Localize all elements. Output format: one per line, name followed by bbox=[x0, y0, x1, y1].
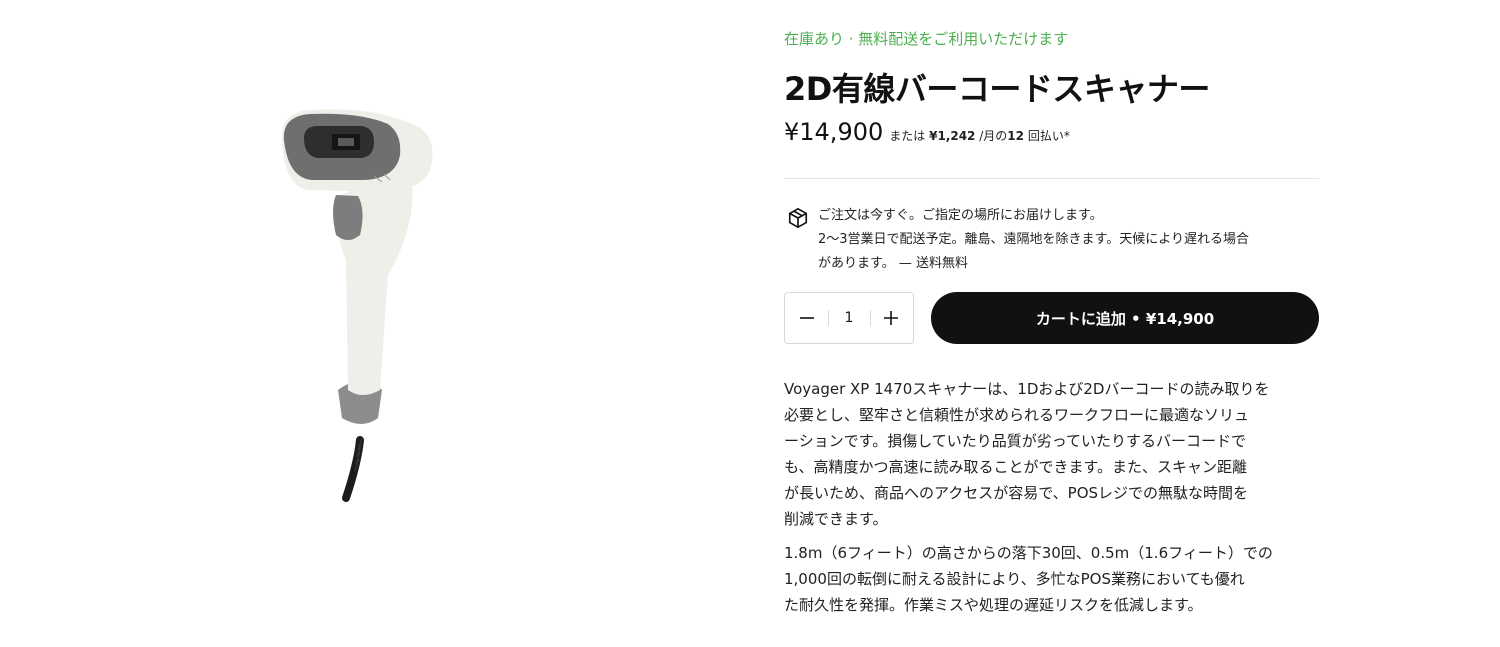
installment-amount: ¥1,242 bbox=[929, 129, 976, 143]
product-title: 2D有線バーコードスキャナー bbox=[784, 70, 1210, 108]
delivery-text: ご注文は今すぐ。ご指定の場所にお届けします。 2〜3営業日で配送予定。離島、遠隔… bbox=[818, 204, 1318, 276]
barcode-scanner-image bbox=[281, 109, 433, 502]
installment-prefix: または bbox=[889, 129, 926, 143]
description-line: 1.8m（6フィート）の高さからの落下30回、0.5m（1.6フィート）での bbox=[784, 544, 1273, 562]
divider bbox=[784, 178, 1319, 179]
stepper-divider bbox=[869, 310, 871, 326]
description-line: Voyager XP 1470スキャナーは、1Dおよび2Dバーコードの読み取りを bbox=[784, 380, 1270, 398]
description-line: 削減できます。 bbox=[784, 510, 888, 528]
delivery-line-1: ご注文は今すぐ。ご指定の場所にお届けします。 bbox=[818, 208, 1103, 223]
add-to-cart-button[interactable]: カートに追加 • ¥14,900 bbox=[931, 292, 1319, 344]
increase-quantity-button[interactable] bbox=[881, 308, 901, 328]
product-price: ¥14,900 bbox=[784, 118, 884, 146]
installment-per-month: /月の bbox=[979, 129, 1008, 143]
decrease-quantity-button[interactable] bbox=[797, 308, 817, 328]
delivery-line-3: があります。 — 送料無料 bbox=[818, 256, 968, 271]
plus-icon bbox=[884, 311, 898, 325]
installment-suffix: 回払い* bbox=[1027, 129, 1070, 143]
description-paragraph-2: 1.8m（6フィート）の高さからの落下30回、0.5m（1.6フィート）での 1… bbox=[784, 540, 1319, 618]
description-line: た耐久性を発揮。作業ミスや処理の遅延リスクを低減します。 bbox=[784, 596, 1203, 614]
product-image-area bbox=[0, 0, 740, 647]
description-line: 1,000回の転倒に耐える設計により、多忙なPOS業務においても優れ bbox=[784, 570, 1245, 588]
installment-count: 12 bbox=[1007, 129, 1024, 143]
stock-status: 在庫あり · 無料配送をご利用いただけます bbox=[784, 30, 1069, 48]
delivery-line-2: 2〜3営業日で配送予定。離島、遠隔地を除きます。天候により遅れる場合 bbox=[818, 232, 1249, 247]
description-line: も、高精度かつ高速に読み取ることができます。また、スキャン距離 bbox=[784, 458, 1248, 476]
minus-icon bbox=[800, 317, 814, 319]
description-line: ーションです。損傷していたり品質が劣っていたりするバーコードで bbox=[784, 432, 1247, 450]
stepper-divider bbox=[827, 310, 829, 326]
price-row: ¥14,900 または ¥1,242 /月の12 回払い* bbox=[784, 118, 1070, 146]
description-line: 必要とし、堅牢さと信頼性が求められるワークフローに最適なソリュ bbox=[784, 406, 1250, 424]
installment-info: または ¥1,242 /月の12 回払い* bbox=[889, 127, 1070, 144]
description-paragraph-1: Voyager XP 1470スキャナーは、1Dおよび2Dバーコードの読み取りを… bbox=[784, 376, 1319, 532]
product-description: Voyager XP 1470スキャナーは、1Dおよび2Dバーコードの読み取りを… bbox=[784, 376, 1319, 626]
description-line: が長いため、商品へのアクセスが容易で、POSレジでの無駄な時間を bbox=[784, 484, 1249, 502]
quantity-stepper: 1 bbox=[784, 292, 914, 344]
quantity-value[interactable]: 1 bbox=[839, 310, 859, 326]
package-icon bbox=[788, 208, 808, 228]
